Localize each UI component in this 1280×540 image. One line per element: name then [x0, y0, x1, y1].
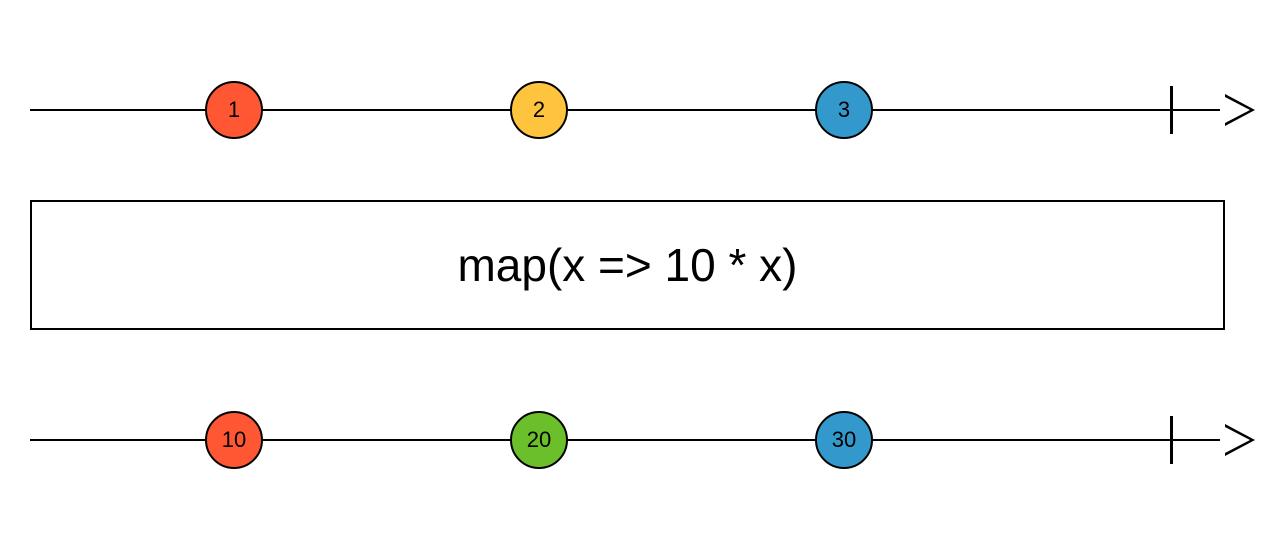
input-stream: 1 2 3 [30, 80, 1255, 140]
input-marble: 2 [510, 81, 568, 139]
output-marble: 20 [510, 411, 568, 469]
input-marble: 1 [205, 81, 263, 139]
output-complete-tick [1170, 416, 1173, 464]
arrow-right-icon [1225, 424, 1255, 456]
marble-value: 1 [228, 97, 240, 123]
marble-value: 2 [533, 97, 545, 123]
arrow-right-icon [1225, 94, 1255, 126]
operator-box: map(x => 10 * x) [30, 200, 1225, 330]
operator-label: map(x => 10 * x) [457, 238, 797, 292]
marble-diagram: 1 2 3 map(x => 10 * x) 10 20 30 [0, 0, 1280, 540]
marble-value: 10 [222, 427, 246, 453]
output-marble: 10 [205, 411, 263, 469]
output-marble: 30 [815, 411, 873, 469]
marble-value: 3 [838, 97, 850, 123]
input-complete-tick [1170, 86, 1173, 134]
input-marble: 3 [815, 81, 873, 139]
marble-value: 20 [527, 427, 551, 453]
output-stream: 10 20 30 [30, 410, 1255, 470]
marble-value: 30 [832, 427, 856, 453]
